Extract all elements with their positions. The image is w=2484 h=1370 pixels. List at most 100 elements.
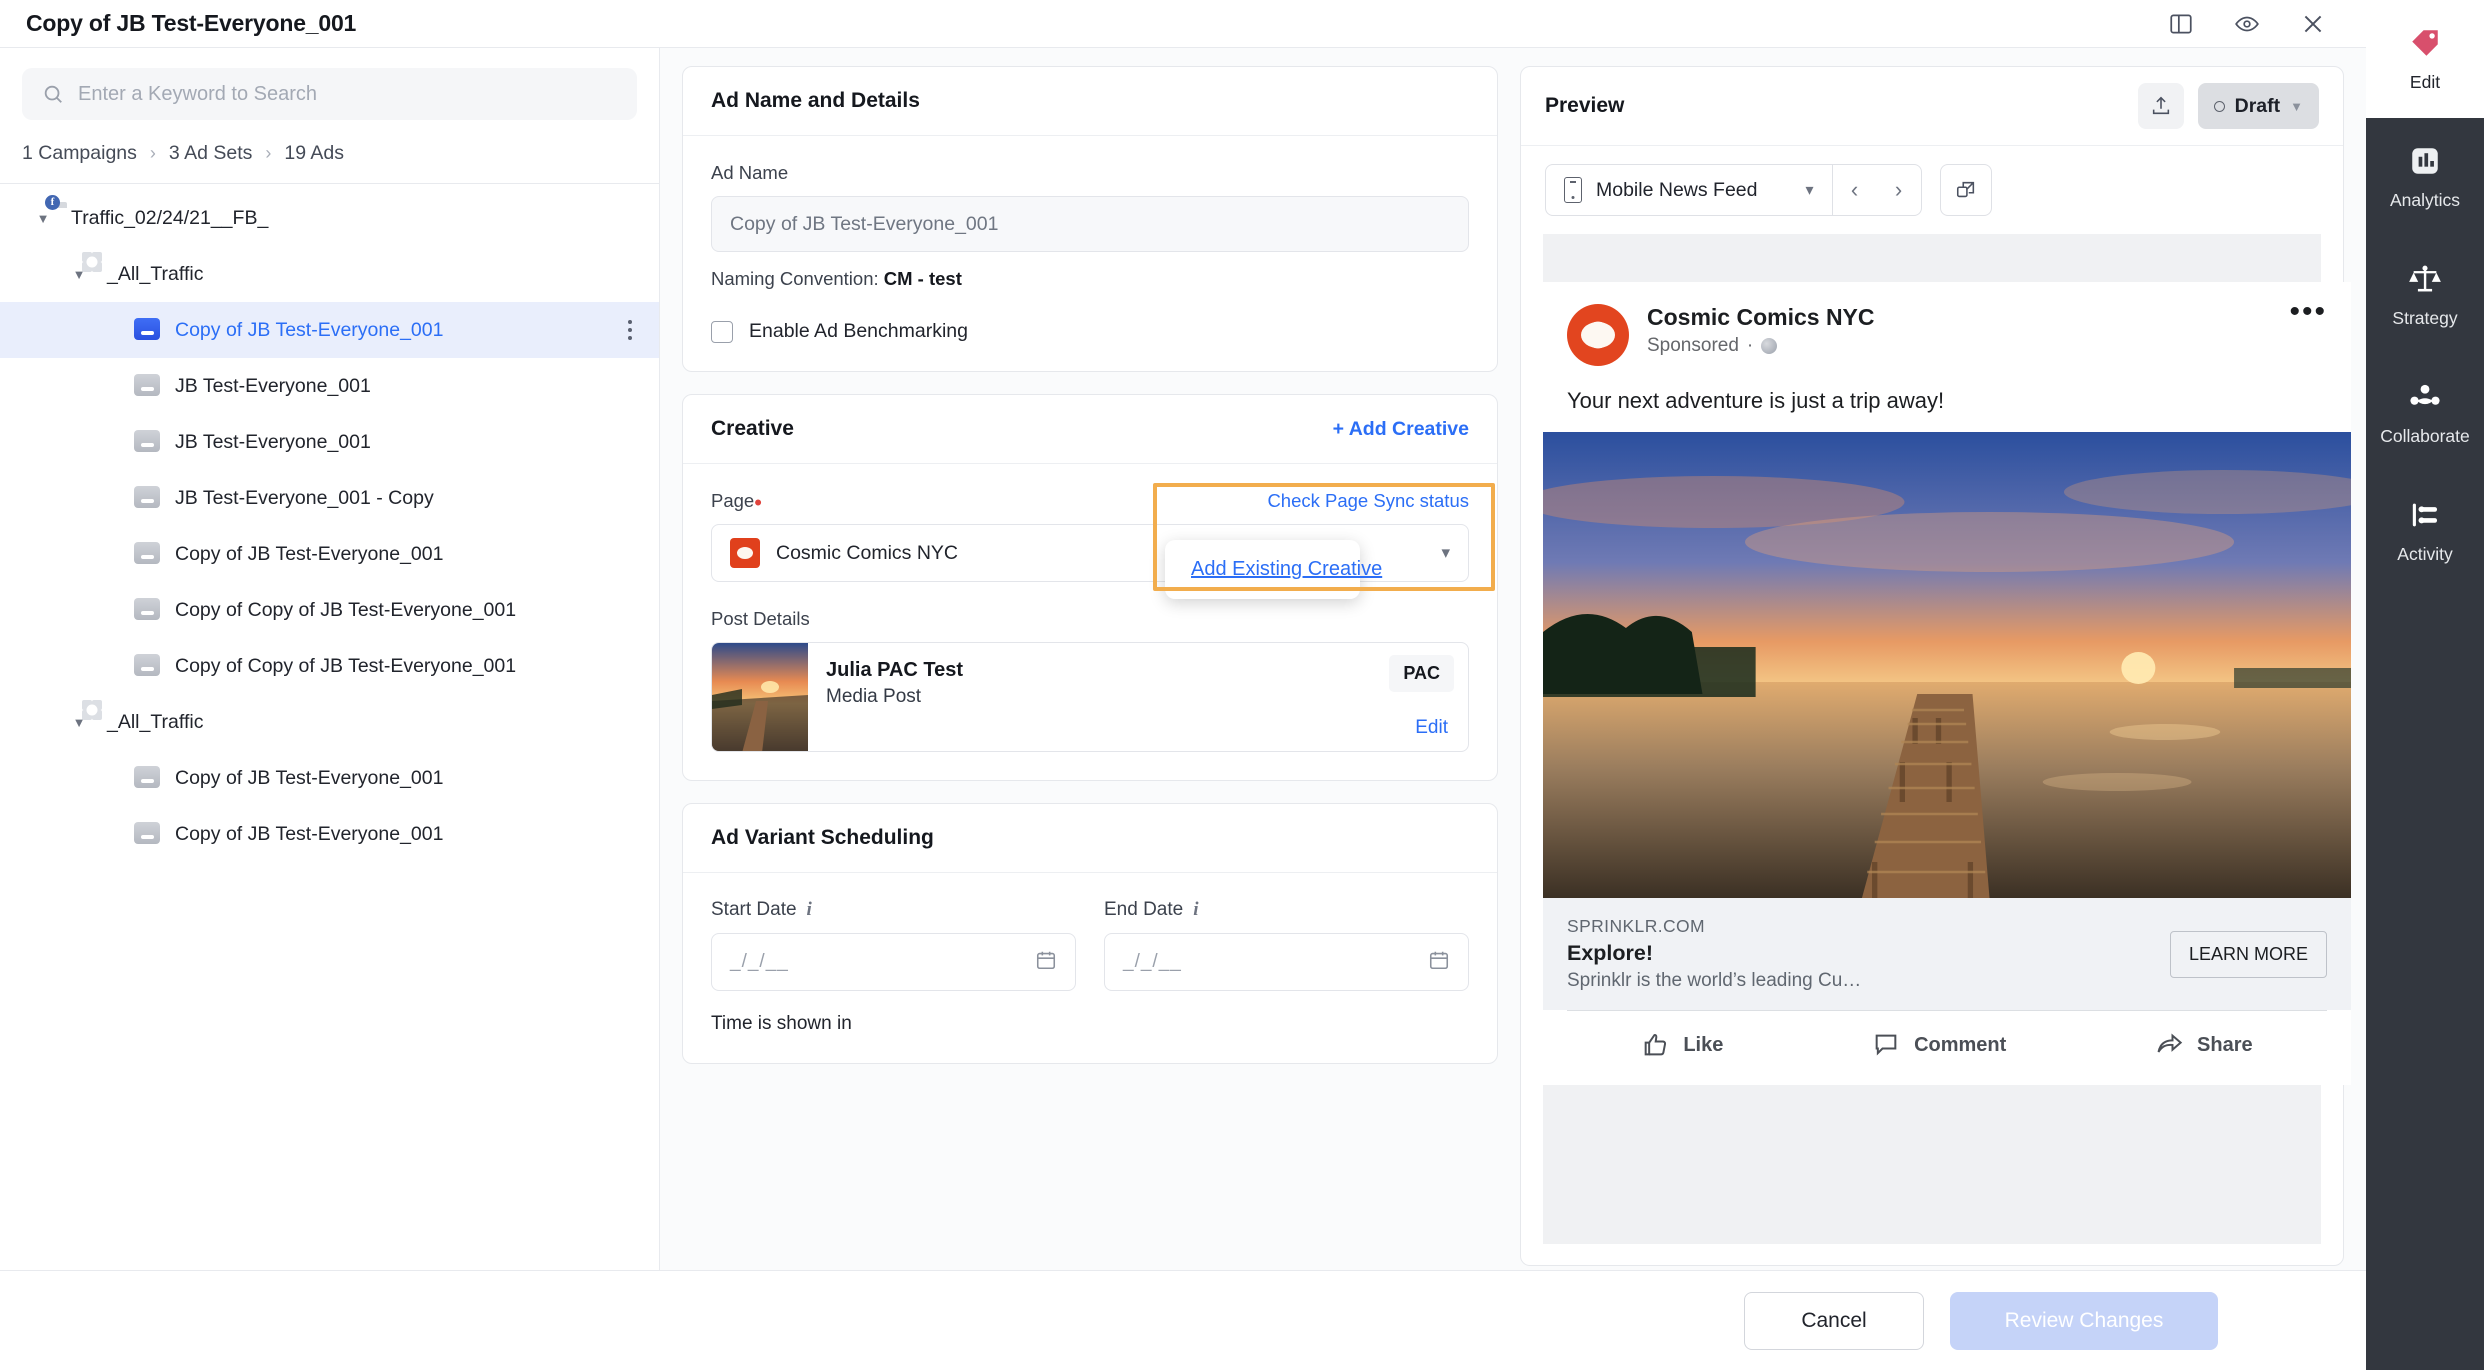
check-page-sync-link[interactable]: Check Page Sync status: [1267, 490, 1469, 512]
tree-item[interactable]: JB Test-Everyone_001: [0, 358, 659, 414]
tree-item[interactable]: Copy of JB Test-Everyone_001: [0, 750, 659, 806]
placement-select-main[interactable]: Mobile News Feed ▾: [1546, 177, 1832, 203]
ad-name-details-title: Ad Name and Details: [683, 67, 1497, 136]
split-panel-icon[interactable]: [2168, 11, 2194, 37]
creative-card: Creative + Add Creative Page • Check Pag…: [682, 394, 1498, 781]
cta-button[interactable]: LEARN MORE: [2169, 930, 2327, 978]
share-button[interactable]: Share: [2155, 1031, 2253, 1059]
tree-item-label: JB Test-Everyone_001: [175, 375, 371, 397]
right-rail: Edit Analytics Strategy Collaborate Activity: [2366, 0, 2484, 1370]
tree-item[interactable]: JB Test-Everyone_001: [0, 414, 659, 470]
fb-link-domain: SPRINKLR.COM: [1567, 916, 1706, 936]
tree-item-menu-icon[interactable]: [615, 302, 645, 358]
footer-bar: Cancel Review Changes: [0, 1270, 2366, 1370]
enable-benchmarking-checkbox[interactable]: [711, 320, 733, 343]
close-icon[interactable]: [2300, 11, 2326, 37]
tree-item[interactable]: Copy of Copy of JB Test-Everyone_001: [0, 638, 659, 694]
tree-item[interactable]: Copy of JB Test-Everyone_001: [0, 526, 659, 582]
calendar-icon[interactable]: [1035, 949, 1057, 976]
tree-item-label: Copy of JB Test-Everyone_001: [175, 767, 444, 789]
globe-icon: [1761, 338, 1778, 354]
ad-icon: [134, 542, 160, 564]
add-creative-button[interactable]: + Add Creative: [1333, 418, 1469, 441]
post-title: Julia PAC Test: [826, 659, 964, 681]
campaign-tree: ▼ f Traffic_02/24/21__FB_ ▼ _All_Traffic Copy…: [0, 184, 659, 1316]
fb-link-headline: Explore!: [1567, 941, 1654, 965]
search-row: [0, 48, 659, 120]
end-date-placeholder: _/_/__: [1123, 951, 1182, 972]
preview-stage: Cosmic Comics NYC Sponsored · ••• Your n…: [1543, 234, 2351, 1244]
share-label: Share: [2197, 1033, 2253, 1056]
post-main: Julia PAC Test Media Post PAC Edit: [808, 643, 1468, 751]
facebook-ad-preview: Cosmic Comics NYC Sponsored · ••• Your n…: [1543, 282, 2351, 1085]
popout-preview-icon[interactable]: [1939, 164, 1992, 216]
naming-convention: Naming Convention: CM - test: [711, 268, 1469, 290]
mobile-phone-icon: [1564, 177, 1582, 203]
tree-item[interactable]: JB Test-Everyone_001 - Copy: [0, 470, 659, 526]
ad-icon: [134, 598, 160, 620]
tag-icon: [2408, 26, 2442, 60]
search-input[interactable]: [78, 82, 617, 106]
status-label: Draft: [2234, 94, 2281, 117]
placement-select[interactable]: Mobile News Feed ▾ ‹ ›: [1545, 164, 1922, 216]
breadcrumb-ads[interactable]: 19 Ads: [284, 142, 344, 165]
info-icon[interactable]: i: [1193, 899, 1198, 921]
tree-item-label: JB Test-Everyone_001: [175, 431, 371, 453]
breadcrumb-adsets[interactable]: 3 Ad Sets: [169, 142, 252, 165]
add-existing-creative-menu-item[interactable]: Add Existing Creative: [1191, 558, 1382, 580]
rail-item-analytics[interactable]: Analytics: [2366, 118, 2484, 236]
tree-item-label: Traffic_02/24/21__FB_: [71, 207, 269, 229]
ad-icon: [134, 318, 160, 340]
preview-card: Preview Draft ▼ Mobile News Feed ▾ ‹ › C…: [1520, 66, 2351, 1266]
prev-placement-button[interactable]: ‹: [1833, 177, 1877, 203]
like-label: Like: [1683, 1033, 1724, 1056]
enable-benchmarking-label: Enable Ad Benchmarking: [749, 320, 968, 342]
caret-placeholder: [108, 302, 134, 358]
cancel-button[interactable]: Cancel: [1744, 1291, 1924, 1350]
rail-item-edit[interactable]: Edit: [2366, 0, 2484, 118]
tree-item[interactable]: ▼ _All_Traffic: [0, 694, 659, 750]
calendar-icon[interactable]: [1428, 949, 1450, 976]
titlebar-actions: [2168, 11, 2340, 37]
tree-item-label: Copy of JB Test-Everyone_001: [175, 319, 444, 341]
start-date-input[interactable]: _/_/__: [711, 933, 1076, 991]
tree-item[interactable]: Copy of Copy of JB Test-Everyone_001: [0, 582, 659, 638]
status-badge[interactable]: Draft ▼: [2197, 83, 2319, 129]
preview-header: Preview Draft ▼: [1521, 67, 2343, 146]
comment-button[interactable]: Comment: [1872, 1031, 2006, 1059]
more-options-icon[interactable]: •••: [2289, 297, 2327, 327]
post-subtitle: Media Post: [826, 686, 922, 707]
review-changes-button[interactable]: Review Changes: [1950, 1291, 2218, 1350]
status-dot-icon: [2213, 100, 2225, 112]
post-edit-link[interactable]: Edit: [1415, 717, 1448, 739]
caret-placeholder: [108, 470, 134, 526]
fb-link-texts: SPRINKLR.COM Explore! Sprinklr is the wo…: [1567, 916, 1861, 992]
upload-icon[interactable]: [2137, 83, 2184, 129]
ad-icon: [134, 430, 160, 452]
tree-item[interactable]: Copy of JB Test-Everyone_001: [0, 302, 659, 358]
tree-item[interactable]: ▼ f Traffic_02/24/21__FB_: [0, 190, 659, 246]
tree-item[interactable]: Copy of JB Test-Everyone_001: [0, 806, 659, 862]
page-title: Copy of JB Test-Everyone_001: [26, 10, 357, 36]
end-date-input[interactable]: _/_/__: [1104, 933, 1469, 991]
ad-name-input[interactable]: Copy of JB Test-Everyone_001: [711, 196, 1469, 252]
post-details-card[interactable]: Julia PAC Test Media Post PAC Edit: [711, 642, 1469, 752]
breadcrumb-campaigns[interactable]: 1 Campaigns: [22, 142, 137, 165]
like-button[interactable]: Like: [1641, 1031, 1723, 1059]
ad-icon: [134, 822, 160, 844]
ad-name-details-body: Ad Name Copy of JB Test-Everyone_001 Nam…: [683, 136, 1497, 371]
rail-item-activity[interactable]: Activity: [2366, 472, 2484, 590]
rail-item-collaborate[interactable]: Collaborate: [2366, 354, 2484, 472]
fb-sponsored-row: Sponsored ·: [1647, 335, 1875, 357]
ad-name-label: Ad Name: [711, 162, 789, 183]
bar-chart-icon: [2408, 144, 2442, 178]
next-placement-button[interactable]: ›: [1877, 177, 1921, 203]
eye-icon[interactable]: [2234, 11, 2260, 37]
rail-item-strategy[interactable]: Strategy: [2366, 236, 2484, 354]
search-icon: [42, 83, 64, 105]
caret-placeholder: [108, 358, 134, 414]
caret-placeholder: [108, 638, 134, 694]
tree-item[interactable]: ▼ _All_Traffic: [0, 246, 659, 302]
info-icon[interactable]: i: [807, 899, 812, 921]
search-box[interactable]: [22, 68, 637, 120]
